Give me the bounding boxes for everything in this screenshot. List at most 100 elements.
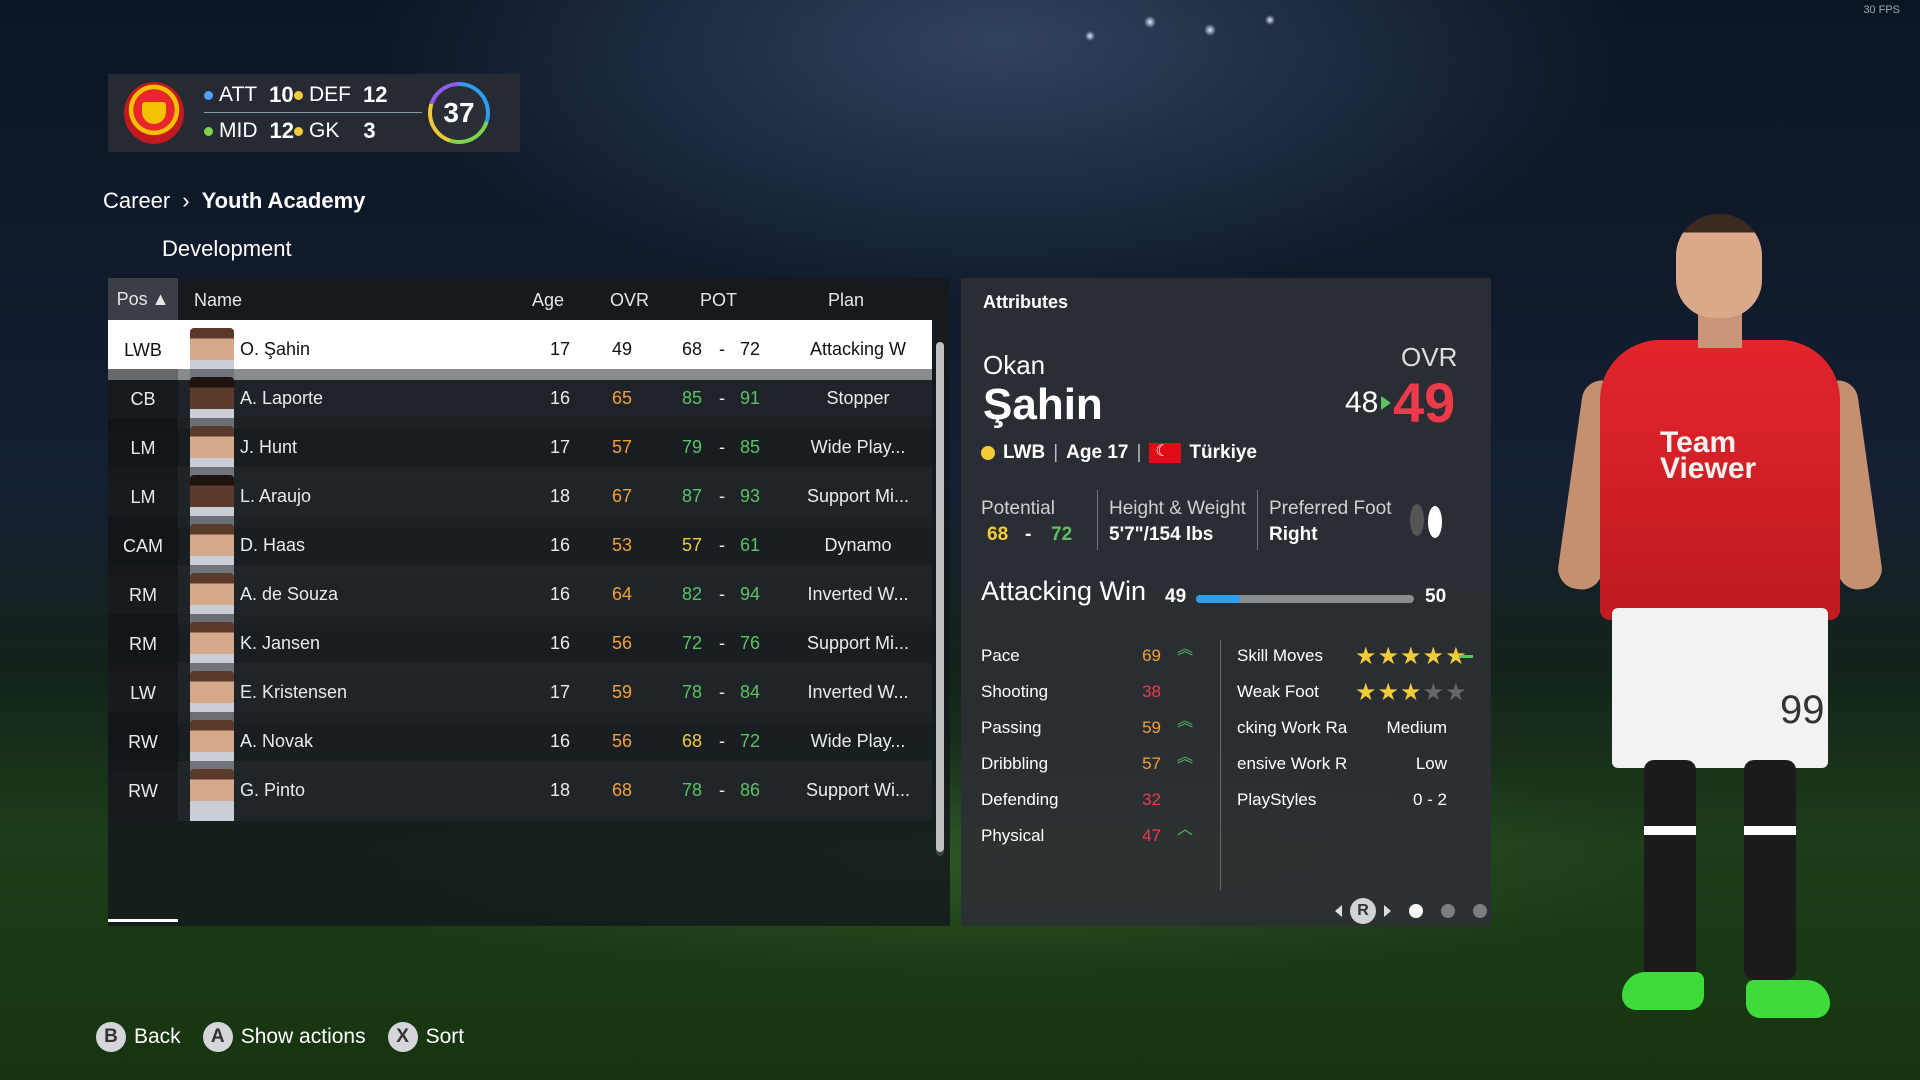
row-pot-low: 79 xyxy=(681,437,703,457)
preferred-foot-label: Preferred Foot xyxy=(1269,498,1392,519)
attribute-row: Passing 59 ︽ xyxy=(981,714,1193,744)
star-icon: ★ xyxy=(1377,679,1401,706)
row-ovr: 57 xyxy=(611,437,633,457)
ovr-increase-arrow-icon xyxy=(1381,396,1391,410)
turkey-flag-icon xyxy=(1149,441,1182,463)
row-ovr: 64 xyxy=(611,584,633,604)
page-dot[interactable] xyxy=(1473,904,1487,918)
page-subtitle: Development xyxy=(162,236,292,261)
page-dot-active[interactable] xyxy=(1409,904,1423,918)
header-name[interactable]: Name xyxy=(194,290,242,311)
double-up-arrow-icon: ︽ xyxy=(1177,713,1194,730)
player-nation: Türkiye xyxy=(1189,442,1257,463)
skill-row: cking Work Ra Medium xyxy=(1237,714,1477,744)
row-plan: Dynamo xyxy=(824,535,892,555)
skill-value: Medium xyxy=(1386,718,1447,737)
attribute-name: Dribbling xyxy=(981,754,1049,773)
row-pot-low: 78 xyxy=(681,682,703,702)
plan-progress-bar xyxy=(1196,595,1414,603)
row-pot-low: 57 xyxy=(681,535,703,555)
row-pot-dash: - xyxy=(719,486,725,506)
row-pot-low: 68 xyxy=(681,731,703,751)
breadcrumb-career[interactable]: Career xyxy=(103,188,170,214)
attribute-row: Dribbling 57 ︽ xyxy=(981,750,1193,780)
table-header: Pos ▲ Name Age OVR POT Plan xyxy=(108,278,950,320)
gk-dot-icon xyxy=(294,126,303,136)
player-last-name: Şahin xyxy=(983,380,1103,429)
shorts-number: 99 xyxy=(1780,688,1825,732)
row-age: 16 xyxy=(549,388,571,408)
page-dot[interactable] xyxy=(1441,904,1455,918)
table-row[interactable]: RW G. Pinto 18 68 78-86 Support Wi... xyxy=(108,761,932,821)
star-icon: ★ xyxy=(1422,679,1446,706)
player-avatar xyxy=(190,769,234,821)
separator: | xyxy=(1053,442,1059,463)
page-next-icon[interactable] xyxy=(1384,905,1391,917)
attribute-name: Defending xyxy=(981,790,1059,809)
row-pot-high: 93 xyxy=(739,486,761,506)
skill-value: 0 - 2 xyxy=(1412,790,1447,809)
back-button[interactable]: B Back xyxy=(96,1022,181,1052)
attribute-value: 59 xyxy=(1142,718,1161,737)
star-icon: ★ xyxy=(1377,643,1401,670)
row-age: 16 xyxy=(549,633,571,653)
row-pot-dash: - xyxy=(719,731,725,751)
row-plan: Wide Play... xyxy=(810,731,906,751)
skill-value: Low xyxy=(1415,754,1447,773)
table-scrollbar-thumb[interactable] xyxy=(936,342,944,852)
row-ovr: 65 xyxy=(611,388,633,408)
show-actions-button[interactable]: A Show actions xyxy=(202,1022,366,1052)
row-position: RW xyxy=(108,761,178,821)
attribute-name: Shooting xyxy=(981,682,1049,701)
sort-button[interactable]: X Sort xyxy=(387,1022,464,1052)
row-pot-low: 68 xyxy=(681,339,703,359)
def-dot-icon xyxy=(294,90,303,100)
divider xyxy=(1220,640,1221,890)
header-age[interactable]: Age xyxy=(532,290,564,311)
row-plan: Support Mi... xyxy=(806,633,910,653)
row-ovr: 49 xyxy=(611,339,633,359)
header-ovr[interactable]: OVR xyxy=(610,290,649,311)
star-icon: ★ xyxy=(1400,643,1423,670)
potential-low: 68 xyxy=(987,524,1009,545)
row-plan: Inverted W... xyxy=(807,584,909,604)
row-pot-low: 82 xyxy=(681,584,703,604)
potential-dash: - xyxy=(1025,524,1032,545)
potential-label: Potential xyxy=(981,498,1055,519)
player-info-line: LWB | Age 17 | Türkiye xyxy=(981,441,1257,464)
player-boot xyxy=(1622,972,1704,1010)
page-prev-icon[interactable] xyxy=(1335,905,1342,917)
sort-ascending-icon: ▲ xyxy=(151,288,170,309)
club-crest-icon xyxy=(124,82,184,144)
row-name: A. Novak xyxy=(240,731,314,751)
ovr-current: 49 xyxy=(1393,371,1456,434)
header-plan[interactable]: Plan xyxy=(828,290,864,311)
row-name: K. Jansen xyxy=(240,633,321,653)
header-pot[interactable]: POT xyxy=(700,290,737,311)
divider xyxy=(204,112,422,113)
breadcrumb: Career › Youth Academy xyxy=(103,188,365,214)
button-prompts: B Back A Show actions X Sort xyxy=(96,1022,486,1052)
player-sock xyxy=(1744,760,1796,980)
footprints-icon xyxy=(1410,504,1442,538)
row-pot-high: 76 xyxy=(739,633,761,653)
attributes-panel: Attributes Okan Şahin OVR 48 49 LWB | Ag… xyxy=(961,278,1491,926)
minus-icon xyxy=(1459,655,1473,658)
plan-progress-fill xyxy=(1196,595,1240,603)
skill-name: Weak Foot xyxy=(1237,682,1319,701)
row-pot-high: 86 xyxy=(739,780,761,800)
player-shirt: Team Viewer xyxy=(1600,340,1840,620)
attribute-name: Physical xyxy=(981,826,1045,845)
row-pot-dash: - xyxy=(719,682,725,702)
height-weight-value: 5'7"/154 lbs xyxy=(1109,524,1214,545)
attribute-value: 57 xyxy=(1142,754,1161,773)
skill-name: ensive Work Ra xyxy=(1237,754,1347,773)
r-stick-button-icon[interactable]: R xyxy=(1350,898,1376,924)
row-pot-dash: - xyxy=(719,339,725,359)
shirt-sponsor: Team Viewer xyxy=(1660,426,1757,485)
skill-row: PlayStyles 0 - 2 xyxy=(1237,786,1477,816)
player-model: Team Viewer 99 xyxy=(1555,200,1885,1040)
row-age: 16 xyxy=(549,584,571,604)
row-pot-low: 72 xyxy=(681,633,703,653)
sort-pos-header[interactable]: Pos ▲ xyxy=(108,278,178,320)
